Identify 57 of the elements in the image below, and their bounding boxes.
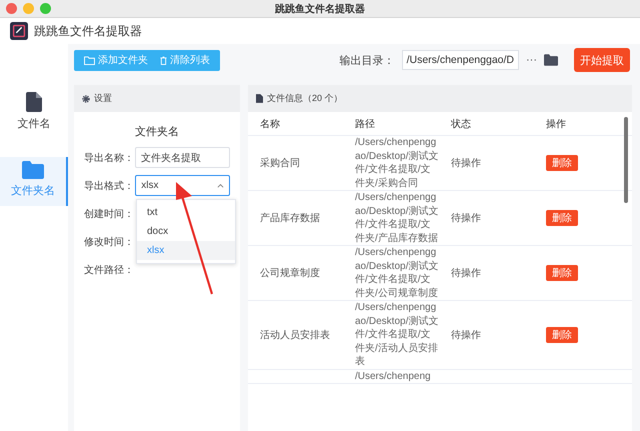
zoom-button[interactable] [40, 3, 51, 14]
table-cell-text: 公司规章制度 [260, 266, 321, 280]
table-cell-text: 采购合同 [260, 156, 301, 170]
table-cell-text: 待操作 [451, 266, 482, 280]
close-button[interactable] [6, 3, 17, 14]
more-button[interactable]: ··· [523, 54, 540, 66]
column-header: 操作 [546, 118, 567, 130]
field-label: 修改时间： [84, 236, 135, 248]
dropdown-option[interactable]: txt [137, 203, 235, 222]
minimize-button[interactable] [23, 3, 34, 14]
start-button[interactable]: 开始提取 [574, 48, 630, 72]
field-label: 创建时间： [84, 208, 135, 220]
add-folder-button[interactable]: 添加文件夹 [78, 50, 154, 70]
table-cell-text: 待操作 [451, 212, 482, 225]
app-name: 跳跳鱼文件名提取器 [34, 22, 142, 40]
file-icon [26, 92, 42, 112]
delete-button[interactable]: 删除 [546, 326, 578, 343]
table-cell-text: /Users/chenpeng [355, 370, 432, 383]
field-label: 文件路径： [84, 264, 135, 276]
output-label: 输出目录： [340, 54, 395, 68]
text-field[interactable]: 文件夹名提取 [135, 147, 230, 168]
sidebar-item[interactable]: 文件名 [0, 88, 68, 139]
delete-button[interactable]: 删除 [546, 210, 578, 226]
field-label: 导出格式： [84, 180, 135, 192]
trash-icon [160, 56, 167, 64]
delete-button[interactable]: 删除 [546, 265, 578, 281]
clear-list-button[interactable]: 清除列表 [154, 50, 216, 70]
table-cell-text: 待操作 [451, 328, 482, 342]
dropdown-option[interactable]: xlsx [137, 241, 235, 260]
caret-icon [217, 183, 224, 188]
sidebar-item[interactable]: 文件夹名 [0, 157, 68, 206]
document-icon [256, 94, 263, 103]
column-header: 状态 [451, 118, 472, 130]
select-field[interactable]: xlsx [135, 175, 230, 196]
scrollbar[interactable] [624, 117, 628, 203]
table-cell: /Users/chenpenggao/Desktop/测试文件/文件名提取/文件夹/产品库存数据 [355, 191, 439, 245]
folder-icon[interactable] [544, 54, 558, 66]
delete-button[interactable]: 删除 [546, 155, 578, 171]
folder-icon [22, 161, 44, 179]
panel-title: 设置 [94, 92, 112, 105]
table-cell-text: 活动人员安排表 [260, 328, 331, 342]
table-cell: /Users/chenpenggao/Desktop/测试文件/文件名提取/文件夹/活动人员安排表 [355, 301, 439, 368]
section-title: 文件夹名 [134, 124, 180, 139]
column-header: 名称 [260, 118, 281, 130]
table-cell-text: 产品库存数据 [260, 212, 321, 225]
table-cell: /Users/chenpenggao/Desktop/测试文件/文件名提取/文件夹/公司规章制度 [355, 246, 439, 300]
app-logo-icon [10, 22, 28, 40]
column-header: 路径 [355, 118, 376, 130]
settings-icon [82, 94, 90, 102]
table-cell: /Users/chenpenggao/Desktop/测试文件/文件名提取/文件夹/采购合同 [355, 136, 439, 190]
output-path-field[interactable]: /Users/chenpenggao/D [402, 50, 519, 70]
window-title: 跳跳鱼文件名提取器 [275, 2, 365, 16]
panel-title: 文件信息（20 个） [267, 92, 343, 105]
table-cell-text: 待操作 [451, 156, 482, 170]
dropdown-option[interactable]: docx [137, 222, 235, 241]
field-label: 导出名称： [84, 152, 135, 164]
folder-icon [84, 56, 95, 64]
